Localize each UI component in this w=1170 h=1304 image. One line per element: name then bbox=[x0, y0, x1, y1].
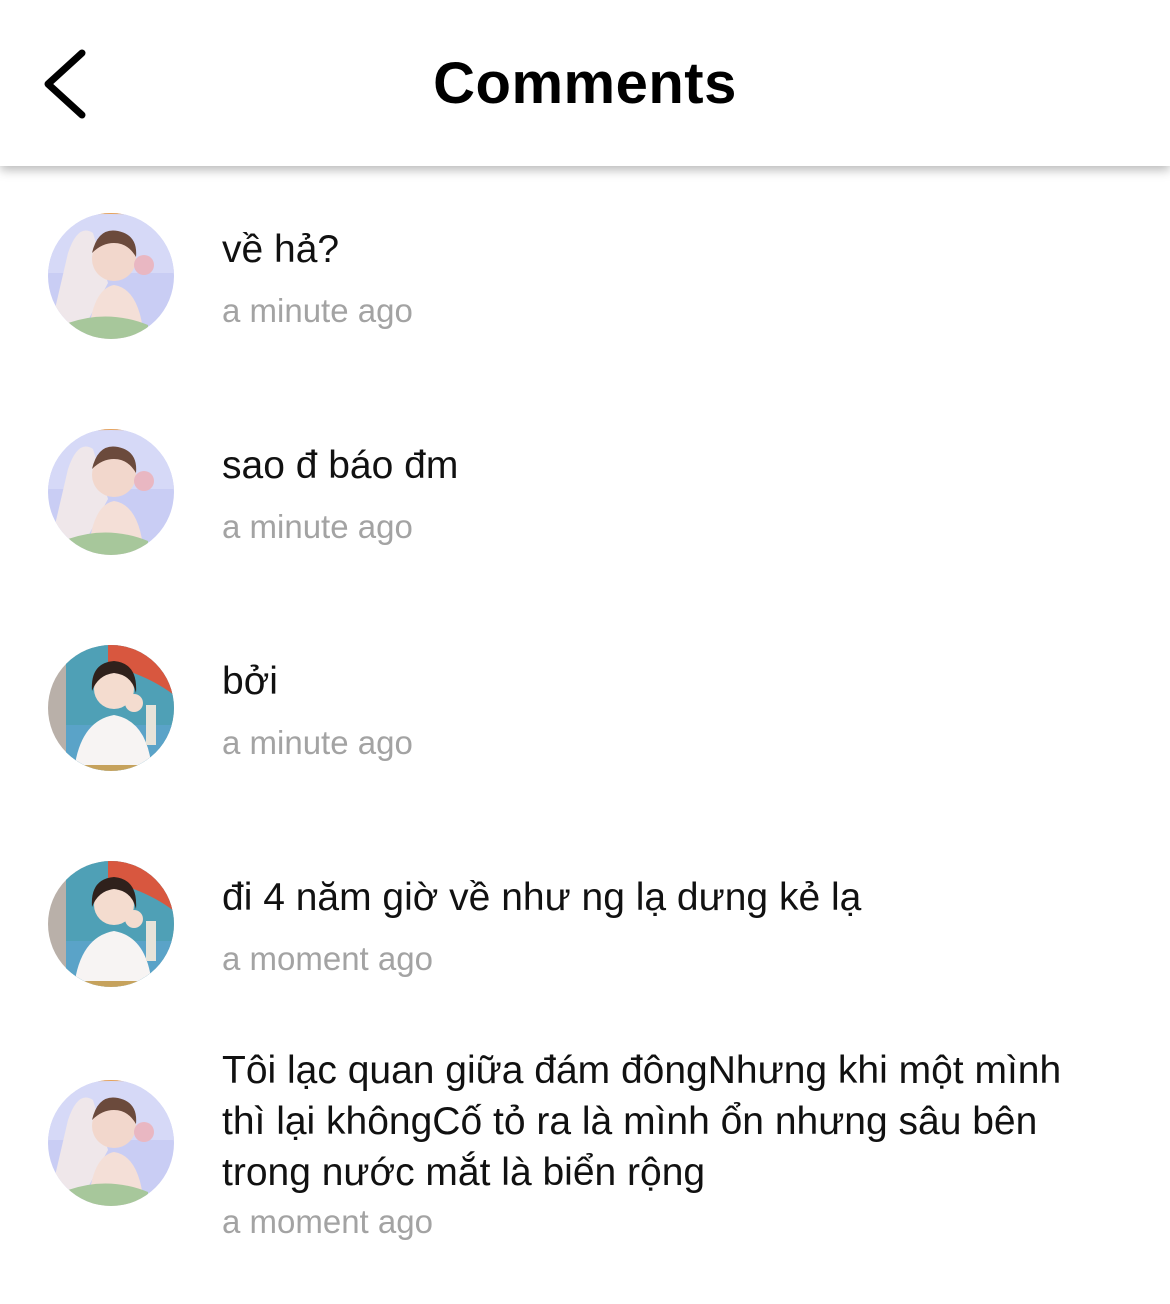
avatar[interactable] bbox=[48, 645, 174, 771]
app-header: Comments bbox=[0, 0, 1170, 166]
avatar[interactable] bbox=[48, 861, 174, 987]
avatar[interactable] bbox=[48, 213, 174, 339]
page-title: Comments bbox=[433, 51, 737, 116]
comment-time: a moment ago bbox=[222, 1203, 433, 1240]
comment-time: a minute ago bbox=[222, 508, 413, 545]
comment-time: a minute ago bbox=[222, 724, 413, 761]
comment-time: a moment ago bbox=[222, 940, 433, 977]
comment-text: bởi bbox=[222, 660, 278, 703]
comment-text: đi 4 năm giờ về như ng lạ dưng kẻ lạ bbox=[222, 876, 862, 919]
comment-text: Tôi lạc quan giữa đám đôngNhưng khi một … bbox=[222, 1049, 1062, 1194]
avatar[interactable] bbox=[48, 1080, 174, 1206]
comment-time: a minute ago bbox=[222, 292, 413, 329]
avatar[interactable] bbox=[48, 429, 174, 555]
comment-text: về hả? bbox=[222, 228, 340, 271]
comment-text: sao đ báo đm bbox=[222, 444, 459, 487]
